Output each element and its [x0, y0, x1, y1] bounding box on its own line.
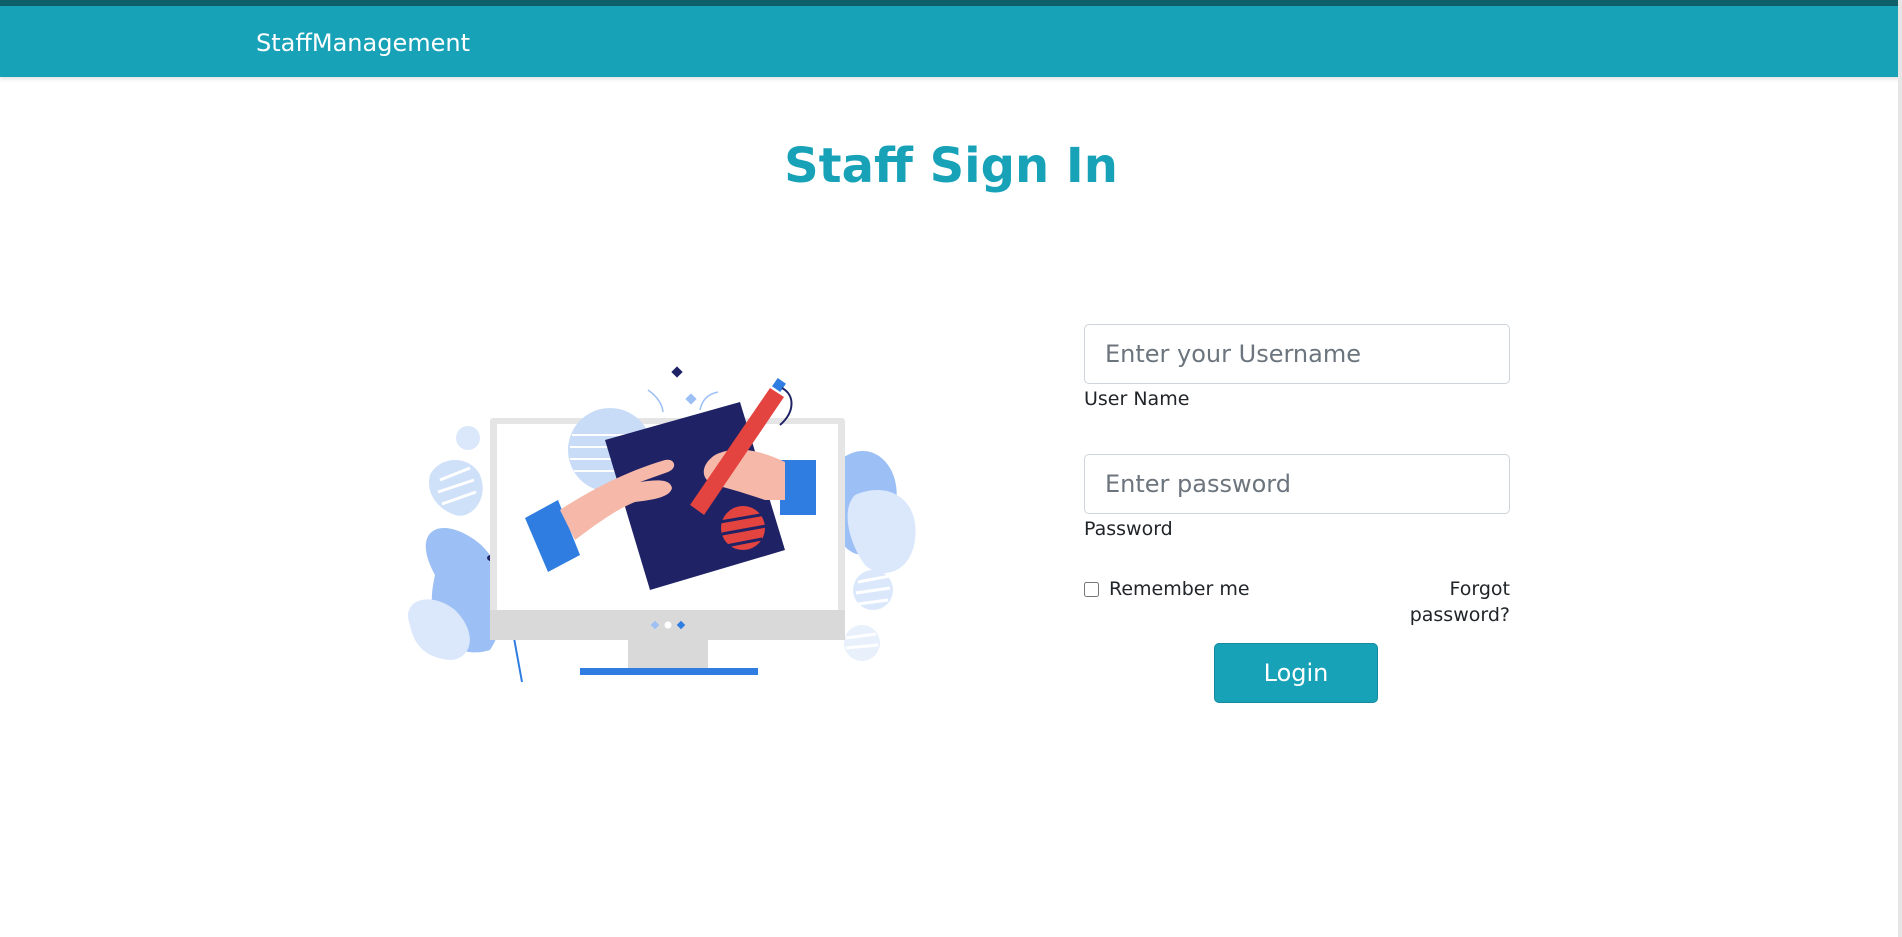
left-small-circle	[456, 426, 480, 450]
brand-link[interactable]: StaffManagement	[256, 6, 470, 77]
computer-signing-illustration	[408, 366, 916, 683]
monitor-base	[580, 668, 758, 675]
password-label: Password	[1084, 518, 1173, 540]
monitor-dots	[650, 620, 686, 630]
deco-diamond-navy	[671, 366, 683, 378]
remember-me[interactable]: Remember me	[1084, 576, 1250, 602]
right-sleeve	[780, 460, 816, 515]
login-button[interactable]: Login	[1214, 643, 1378, 703]
remember-me-checkbox[interactable]	[1084, 581, 1099, 597]
navbar: StaffManagement	[0, 6, 1902, 77]
deco-arc-left	[647, 389, 664, 413]
password-input[interactable]	[1084, 454, 1510, 514]
monitor-stand	[628, 640, 708, 668]
username-label: User Name	[1084, 388, 1190, 410]
forgot-password-link[interactable]: Forgot password?	[1352, 576, 1510, 626]
username-input[interactable]	[1084, 324, 1510, 384]
deco-diamond-blue	[685, 393, 697, 405]
deco-arc-right	[699, 391, 719, 411]
right-leaf-back	[847, 490, 916, 573]
remember-me-label: Remember me	[1109, 578, 1250, 600]
left-leaf-small	[429, 460, 483, 516]
page-title: Staff Sign In	[784, 138, 1118, 194]
